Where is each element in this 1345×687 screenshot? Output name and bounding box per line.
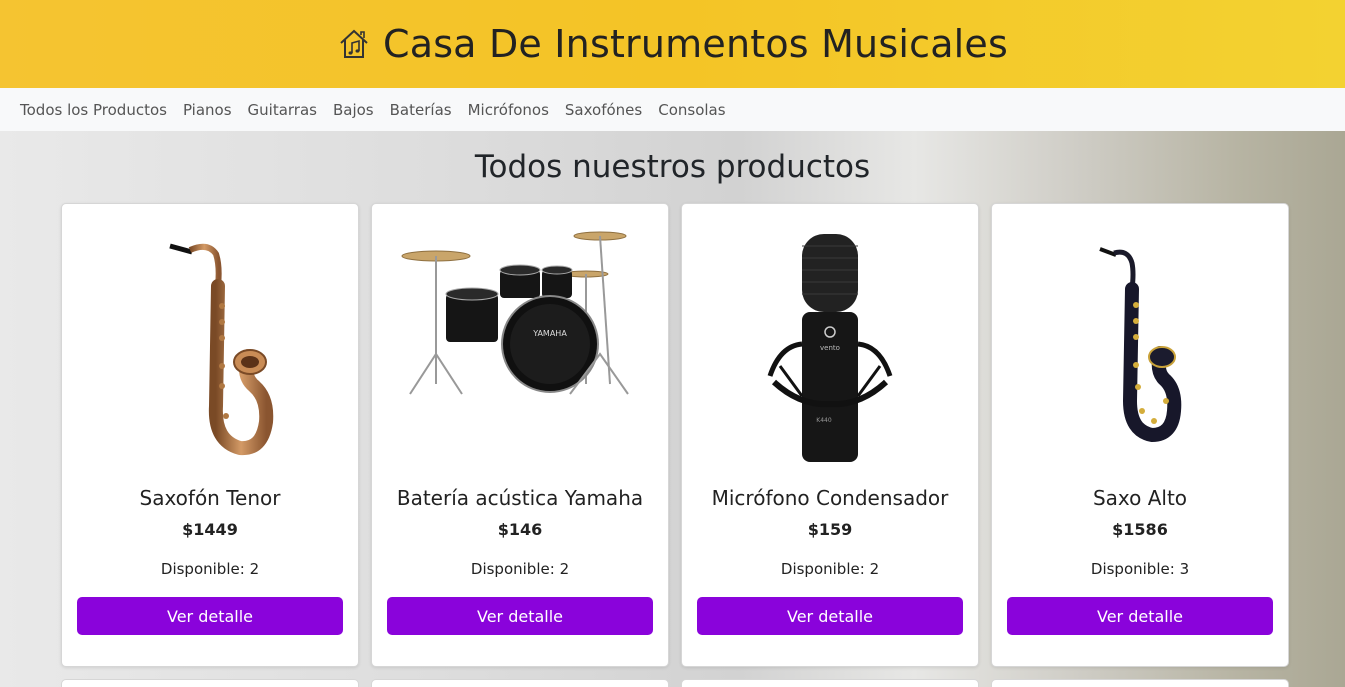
product-image[interactable]: vento K440 [694,216,966,476]
nav-item-saxofones[interactable]: Saxofónes [557,101,650,119]
tenor-saxophone-image [169,243,274,456]
product-image[interactable] [1004,216,1276,476]
svg-text:vento: vento [820,344,840,352]
nav-item-guitarras[interactable]: Guitarras [240,101,325,119]
product-name: Saxo Alto [1092,486,1188,510]
nav-item-todos[interactable]: Todos los Productos [12,101,175,119]
product-name: Saxofón Tenor [139,486,281,510]
view-detail-button[interactable]: Ver detalle [1007,597,1273,635]
product-card [61,679,359,687]
nav-item-baterias[interactable]: Baterías [382,101,460,119]
stock-count: 2 [249,560,260,578]
product-grid-next-row [61,679,1289,687]
condenser-microphone-image: vento K440 [767,234,893,462]
product-stock: Disponible: 2 [682,560,978,578]
product-card [371,679,669,687]
category-nav: Todos los Productos Pianos Guitarras Baj… [0,88,1345,131]
nav-item-bajos[interactable]: Bajos [325,101,382,119]
drum-kit-image: YAMAHA [401,231,629,395]
site-title: Casa De Instrumentos Musicales [382,22,1009,66]
product-name: Micrófono Condensador [711,486,949,510]
product-stock: Disponible: 2 [62,560,358,578]
nav-item-consolas[interactable]: Consolas [650,101,733,119]
product-card [991,679,1289,687]
product-name: Batería acústica Yamaha [396,486,644,510]
site-header: Casa De Instrumentos Musicales [0,0,1345,88]
home-music-icon [340,29,368,58]
product-price: $146 [497,520,543,539]
product-stock: Disponible: 2 [372,560,668,578]
product-card: YAMAHA Batería acústica Yamaha $146 Disp… [371,203,669,667]
svg-text:K440: K440 [816,417,832,424]
product-card [681,679,979,687]
product-image[interactable] [74,216,346,476]
nav-item-pianos[interactable]: Pianos [175,101,240,119]
product-card: Saxofón Tenor $1449 Disponible: 2 Ver de… [61,203,359,667]
stock-label: Disponible: [780,560,865,578]
product-price: $159 [807,520,853,539]
stock-count: 3 [1179,560,1190,578]
alto-saxophone-image [1099,247,1182,443]
product-grid: Saxofón Tenor $1449 Disponible: 2 Ver de… [61,203,1289,667]
view-detail-button[interactable]: Ver detalle [387,597,653,635]
product-price: $1586 [1112,520,1168,539]
stock-label: Disponible: [160,560,245,578]
view-detail-button[interactable]: Ver detalle [697,597,963,635]
stock-count: 2 [559,560,570,578]
svg-text:YAMAHA: YAMAHA [532,329,567,338]
view-detail-button[interactable]: Ver detalle [77,597,343,635]
main-content: Todos nuestros productos Saxofón Tenor $… [0,131,1345,687]
product-card: Saxo Alto $1586 Disponible: 3 Ver detall… [991,203,1289,667]
stock-label: Disponible: [1090,560,1175,578]
nav-item-microfonos[interactable]: Micrófonos [460,101,557,119]
product-card: vento K440 Micrófono Condensador $159 Di… [681,203,979,667]
product-stock: Disponible: 3 [992,560,1288,578]
stock-label: Disponible: [470,560,555,578]
stock-count: 2 [869,560,880,578]
header-brand[interactable]: Casa De Instrumentos Musicales [337,22,1008,66]
page-title: Todos nuestros productos [474,149,871,185]
product-price: $1449 [182,520,238,539]
product-image[interactable]: YAMAHA [384,216,656,476]
